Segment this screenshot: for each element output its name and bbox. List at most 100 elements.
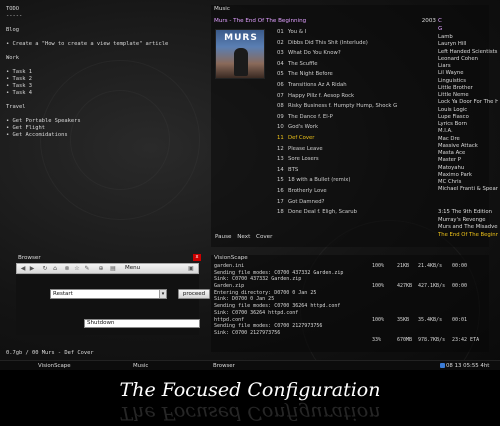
track-number: 04 bbox=[277, 60, 284, 67]
artist-item[interactable]: Liars bbox=[438, 63, 498, 70]
stop-icon[interactable]: ⊗ bbox=[63, 265, 71, 273]
visionscape-terminal[interactable]: VisionScape garden.ini 100% 21KB 21.4KB/s 00… bbox=[211, 255, 489, 352]
artist-letter[interactable]: G bbox=[438, 26, 448, 34]
bookmark-icon[interactable]: ☆ bbox=[73, 265, 81, 273]
album-item[interactable]: 3:15 The 9th Edition bbox=[438, 209, 498, 217]
track-row[interactable]: 10 God's Work bbox=[277, 124, 419, 135]
artist-item[interactable]: Lyrics Born bbox=[438, 121, 498, 128]
terminal-text: Sink: D0700 0 Jan 25 bbox=[214, 296, 275, 303]
artist-item[interactable]: Left Handed Scientists bbox=[438, 49, 498, 56]
track-row[interactable]: 01 You & I bbox=[277, 29, 419, 40]
shutdown-field[interactable]: Shutdown bbox=[84, 319, 200, 328]
music-window: Music Murs - The End Of The Beginning 20… bbox=[211, 5, 498, 247]
window-icon[interactable]: ▣ bbox=[187, 265, 195, 273]
album-item[interactable]: Murray's Revenge bbox=[438, 217, 498, 225]
artist-item[interactable]: Lil Wayne bbox=[438, 70, 498, 77]
artist-item[interactable]: M.I.A. bbox=[438, 128, 498, 135]
menu-button[interactable]: Menu bbox=[125, 265, 140, 271]
track-row[interactable]: 09 The Dance f. El-P bbox=[277, 114, 419, 125]
artist-item[interactable]: Little Brother bbox=[438, 85, 498, 92]
tray-icon[interactable] bbox=[440, 363, 445, 368]
terminal-rate: 35.4KB/s bbox=[418, 316, 443, 323]
terminal-text: Sending file modes: C0700 2127973756 bbox=[214, 323, 323, 330]
track-row[interactable]: 08 Risky Business f. Humpty Hump, Shock G bbox=[277, 103, 419, 114]
artist-item[interactable]: Lauryn Hill bbox=[438, 41, 498, 48]
todo-line bbox=[6, 48, 206, 55]
terminal-size: 21KB bbox=[397, 263, 410, 269]
terminal-time: 00:01 bbox=[452, 316, 468, 323]
terminal-time: 00:00 bbox=[452, 283, 468, 290]
zoom-icon[interactable]: ⊕ bbox=[97, 265, 105, 273]
artist-item[interactable]: Lock Ya Door For The Hi bbox=[438, 99, 498, 106]
track-row[interactable]: 16 Brotherly Love bbox=[277, 188, 419, 199]
track-row[interactable]: 18 Done Deal f. Eligh, Scarub bbox=[277, 209, 419, 220]
artist-item[interactable]: Matoyahu bbox=[438, 165, 498, 172]
terminal-text: Sink: C0700 36264 httpd.conf bbox=[214, 309, 299, 316]
back-icon[interactable]: ◀ bbox=[19, 265, 27, 273]
artist-item[interactable]: Little Neme bbox=[438, 92, 498, 99]
artist-letter[interactable]: C bbox=[438, 18, 448, 26]
action-select[interactable]: Restart ▾ bbox=[50, 289, 167, 299]
artist-item[interactable]: Louis Logic bbox=[438, 107, 498, 114]
track-number: 12 bbox=[277, 145, 284, 152]
album-item[interactable]: The End Of The Beginnin bbox=[438, 232, 498, 240]
todo-line: • Task 2 bbox=[6, 76, 32, 82]
track-row[interactable]: 05 The Night Before bbox=[277, 71, 419, 82]
track-row[interactable]: 11 Def Cover bbox=[277, 135, 419, 146]
tools-icon[interactable]: ✎ bbox=[83, 265, 91, 273]
taskbar-item-visionscape[interactable]: VisionScape bbox=[38, 363, 71, 369]
track-number: 05 bbox=[277, 71, 284, 78]
track-row[interactable]: 04 The Scuffle bbox=[277, 61, 419, 72]
todo-line: • Get Accomidations bbox=[6, 132, 68, 138]
artist-item[interactable]: Masta Ace bbox=[438, 150, 498, 157]
terminal-line: garden.ini 100% 21KB 21.4KB/s 00:00 bbox=[214, 263, 484, 270]
artist-item[interactable]: Master P bbox=[438, 157, 498, 164]
track-title: Transitions Az A Ridah bbox=[288, 81, 347, 88]
track-row[interactable]: 02 Dibbs Did This Shit (Interlude) bbox=[277, 40, 419, 51]
track-row[interactable]: 14 BTS bbox=[277, 167, 419, 178]
artist-item[interactable]: Mac Dre bbox=[438, 136, 498, 143]
next-button[interactable]: Next bbox=[237, 234, 250, 240]
album-cover[interactable]: MURS bbox=[215, 29, 265, 79]
terminal-line: Entering directory: D0700 0 Jan 25 bbox=[214, 290, 484, 297]
cover-button[interactable]: Cover bbox=[256, 234, 272, 240]
terminal-pct: 100% bbox=[372, 263, 385, 269]
home-icon[interactable]: ⌂ bbox=[51, 265, 59, 273]
artist-item[interactable]: Lamb bbox=[438, 34, 498, 41]
taskbar-item-music[interactable]: Music bbox=[133, 363, 148, 369]
artist-item[interactable]: Linguistics bbox=[438, 78, 498, 85]
pause-button[interactable]: Pause bbox=[215, 234, 231, 240]
reload-icon[interactable]: ↻ bbox=[41, 265, 49, 273]
track-number: 13 bbox=[277, 156, 284, 163]
track-row[interactable]: 13 Sore Losers bbox=[277, 156, 419, 167]
close-button[interactable]: x bbox=[193, 254, 201, 261]
terminal-pct: 100% bbox=[372, 283, 385, 290]
track-row[interactable]: 12 Please Leave bbox=[277, 146, 419, 157]
artist-item[interactable]: Leonard Cohen bbox=[438, 56, 498, 63]
track-title: What Do You Know? bbox=[288, 50, 341, 57]
artist-item[interactable]: Massive Attack bbox=[438, 143, 498, 150]
chevron-down-icon[interactable]: ▾ bbox=[159, 290, 166, 298]
proceed-button[interactable]: proceed bbox=[178, 289, 210, 299]
album-item[interactable]: Murs and The Misadvent bbox=[438, 224, 498, 232]
taskbar-item-browser[interactable]: Browser bbox=[213, 363, 235, 369]
artist-item[interactable]: Michael Franti & Spearh bbox=[438, 186, 498, 193]
track-row[interactable]: 15 18 with a Bullet (remix) bbox=[277, 177, 419, 188]
artist-item[interactable]: Maximo Park bbox=[438, 172, 498, 179]
terminal-line: httpd.conf 100% 35KB 35.4KB/s 00:01 bbox=[214, 317, 484, 324]
artist-item[interactable]: Lupe Fiasco bbox=[438, 114, 498, 121]
print-icon[interactable]: ▤ bbox=[109, 265, 117, 273]
track-title: Dibbs Did This Shit (Interlude) bbox=[288, 39, 368, 46]
track-title: The Night Before bbox=[288, 71, 333, 78]
cover-figure bbox=[234, 48, 248, 76]
forward-icon[interactable]: ▶ bbox=[28, 265, 36, 273]
terminal-output: garden.ini 100% 21KB 21.4KB/s 00:00 Sending f… bbox=[214, 263, 484, 343]
track-number: 03 bbox=[277, 50, 284, 57]
track-row[interactable]: 06 Transitions Az A Ridah bbox=[277, 82, 419, 93]
track-row[interactable]: 17 Got Damned? bbox=[277, 199, 419, 210]
track-row[interactable]: 03 What Do You Know? bbox=[277, 50, 419, 61]
artist-item[interactable]: MC Chris bbox=[438, 179, 498, 186]
artist-list: Lamb Lauryn Hill Left Handed Scientists Leo… bbox=[438, 34, 498, 194]
track-row[interactable]: 07 Happy Pillz f. Aesop Rock bbox=[277, 93, 419, 104]
terminal-time: 00:00 bbox=[452, 263, 468, 269]
